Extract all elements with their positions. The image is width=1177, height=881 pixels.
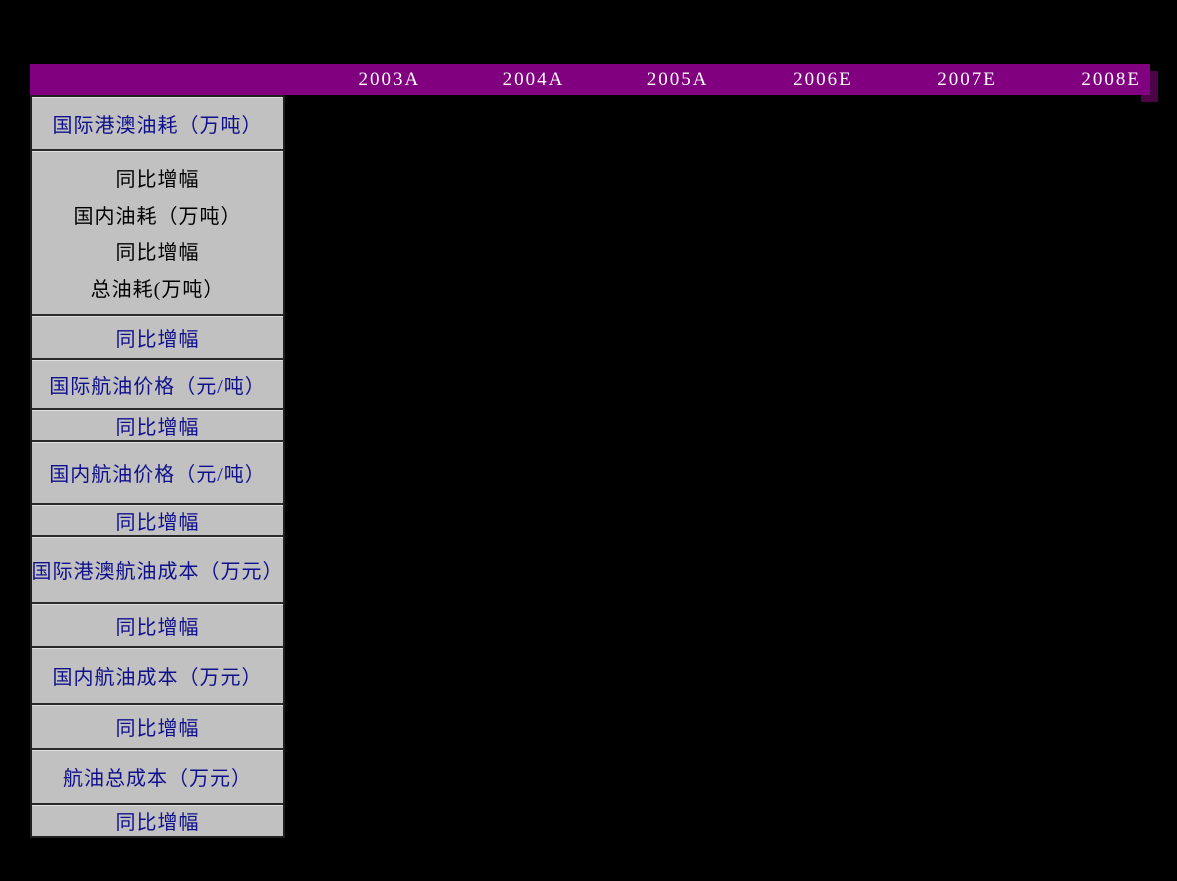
header-label-spacer bbox=[30, 64, 285, 95]
year-header-2003a: 2003A bbox=[358, 68, 421, 90]
row-domestic-jet-fuel-cost: 国内航油成本（万元） bbox=[32, 648, 283, 705]
row-domestic-jet-fuel-price: 国内航油价格（元/吨） bbox=[32, 442, 283, 505]
row-yoy-growth: 同比增幅 bbox=[32, 316, 283, 360]
year-header-2008e: 2008E bbox=[1081, 68, 1142, 90]
row-total-fuel-consumption: 总油耗(万吨） bbox=[90, 279, 225, 302]
row-total-jet-fuel-cost: 航油总成本（万元） bbox=[32, 750, 283, 805]
year-header-2007e: 2007E bbox=[937, 68, 997, 90]
year-header-2004a: 2004A bbox=[502, 68, 565, 90]
row-intl-hk-macau-fuel-consumption: 国际港澳油耗（万吨） bbox=[32, 97, 283, 151]
row-yoy-growth: 同比增幅 bbox=[32, 705, 283, 750]
report-table-screenshot: 2003A 2004A 2005A 2006E 2007E 2008E 国际港澳… bbox=[0, 0, 1177, 881]
row-yoy-growth: 同比增幅 bbox=[32, 505, 283, 537]
row-yoy-growth: 同比增幅 bbox=[32, 604, 283, 648]
table-header-row: 2003A 2004A 2005A 2006E 2007E 2008E bbox=[30, 64, 1150, 95]
row-yoy-growth: 同比增幅 bbox=[32, 410, 283, 442]
row-yoy-growth-line: 同比增幅 bbox=[115, 168, 200, 191]
row-intl-hk-macau-jet-fuel-cost: 国际港澳航油成本（万元） bbox=[32, 537, 283, 604]
header-bar-shadow-bottom bbox=[1141, 95, 1158, 102]
row-group-domestic-and-total-fuel: 同比增幅 国内油耗（万吨） 同比增幅 总油耗(万吨） bbox=[32, 151, 283, 316]
row-yoy-growth-line: 同比增幅 bbox=[115, 242, 200, 265]
row-yoy-growth: 同比增幅 bbox=[32, 805, 283, 836]
row-intl-jet-fuel-price: 国际航油价格（元/吨） bbox=[32, 360, 283, 410]
row-domestic-fuel-consumption: 国内油耗（万吨） bbox=[73, 205, 242, 228]
year-header-2005a: 2005A bbox=[646, 68, 709, 90]
year-header-2006e: 2006E bbox=[793, 68, 853, 90]
row-label-column: 国际港澳油耗（万吨） 同比增幅 国内油耗（万吨） 同比增幅 总油耗(万吨） 同比… bbox=[30, 95, 285, 838]
